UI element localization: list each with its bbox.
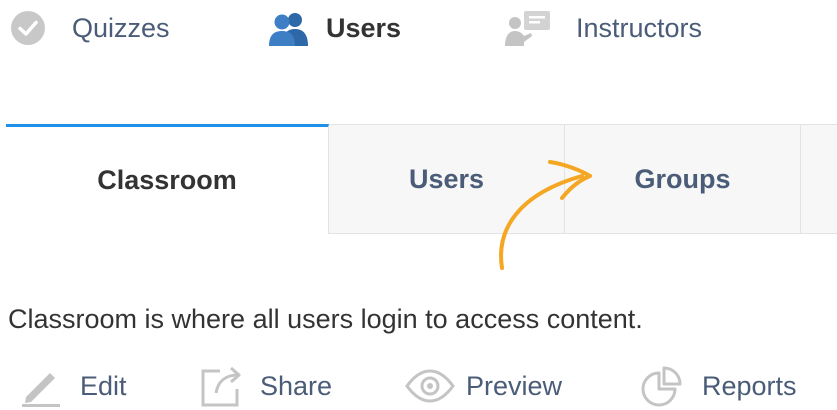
share-icon [201, 366, 241, 407]
nav-item-label: Quizzes [72, 12, 170, 43]
preview-button[interactable]: Preview [404, 362, 562, 410]
check-circle-icon [11, 11, 45, 45]
pencil-icon [22, 373, 60, 407]
share-button[interactable]: Share [200, 362, 332, 410]
action-bar: Edit Share Preview Reports [0, 362, 837, 410]
nav-item-quizzes[interactable]: Quizzes [10, 8, 170, 48]
preview-label: Preview [466, 370, 563, 401]
users-icon [269, 13, 308, 46]
nav-item-instructors[interactable]: Instructors [504, 8, 702, 48]
tab-bar: Classroom Users Groups [6, 124, 837, 234]
pie-chart-icon [641, 366, 682, 407]
instructor-icon [505, 11, 550, 46]
tab-classroom[interactable]: Classroom [6, 124, 329, 234]
nav-item-users[interactable]: Users [268, 8, 401, 48]
nav-item-label: Users [326, 12, 402, 43]
reports-button[interactable]: Reports [640, 362, 797, 410]
eye-icon [405, 369, 455, 403]
classroom-description: Classroom is where all users login to ac… [8, 304, 643, 334]
top-nav: Quizzes Users Instructors [0, 0, 837, 56]
edit-button[interactable]: Edit [20, 362, 127, 410]
share-label: Share [260, 370, 333, 401]
edit-label: Edit [80, 370, 127, 401]
reports-label: Reports [702, 370, 797, 401]
nav-item-label: Instructors [576, 12, 703, 43]
annotation-arrow-icon [499, 160, 592, 270]
tab-overflow[interactable] [801, 125, 837, 233]
